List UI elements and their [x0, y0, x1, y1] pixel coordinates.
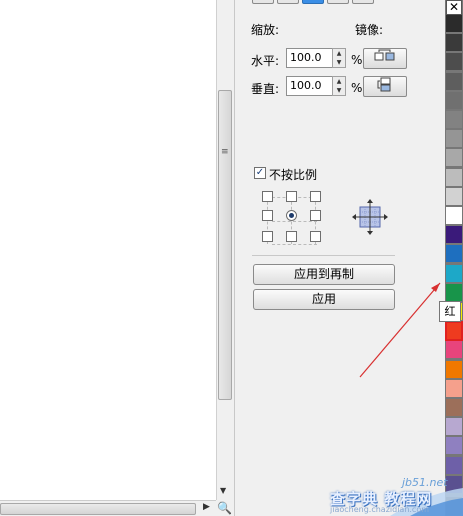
color-swatch[interactable]	[446, 437, 462, 456]
tab-scale-mirror[interactable]	[302, 0, 324, 4]
color-swatch[interactable]	[446, 149, 462, 168]
separator	[252, 255, 395, 256]
tab-size[interactable]	[327, 0, 349, 4]
scroll-grip-icon: ≡	[221, 147, 229, 157]
no-color-swatch[interactable]: ✕	[446, 0, 462, 15]
scale-label: 缩放:	[251, 23, 280, 37]
transform-mode-tabs	[252, 0, 374, 4]
anchor-middle-right[interactable]	[310, 210, 321, 221]
scroll-right-icon[interactable]: ▶	[203, 502, 210, 512]
watermark: jb51.net 查字典 教程网 jiaocheng.chazidian.com	[330, 474, 463, 516]
color-swatch[interactable]	[446, 111, 462, 129]
vertical-percent: %	[351, 81, 363, 95]
color-swatch[interactable]	[446, 360, 462, 379]
color-swatch[interactable]	[445, 321, 463, 342]
anchor-guide	[272, 221, 317, 222]
watermark-url: jiaocheng.chazidian.com	[330, 505, 430, 514]
color-tooltip: 红	[439, 301, 461, 322]
zoom-icon[interactable]: 🔍	[217, 501, 232, 515]
tab-skew[interactable]	[352, 0, 374, 4]
scale-preview-icon	[352, 199, 388, 235]
color-swatch[interactable]	[446, 264, 462, 283]
color-swatch[interactable]	[446, 53, 462, 72]
anchor-guide	[272, 244, 317, 245]
color-swatch[interactable]	[446, 91, 462, 110]
drawing-canvas[interactable]	[0, 0, 216, 500]
color-swatch[interactable]	[446, 245, 462, 264]
annotation-arrow	[359, 282, 441, 378]
anchor-top-center[interactable]	[286, 191, 297, 202]
mirror-horizontal-button[interactable]	[363, 48, 407, 69]
horizontal-spinner[interactable]: ▲ ▼	[332, 48, 346, 68]
horizontal-label: 水平:	[251, 54, 280, 68]
color-swatch[interactable]	[446, 418, 462, 437]
anchor-center[interactable]	[286, 210, 297, 221]
mirror-vertical-button[interactable]	[363, 76, 407, 97]
color-swatch[interactable]	[446, 168, 462, 187]
tab-position[interactable]	[252, 0, 274, 4]
proportional-checkbox[interactable]: ✓	[254, 167, 266, 179]
app-window: ≡ ▼ ▶ 🔍 缩放: 镜像: 水平: 100.0 ▲ ▼ % 垂直: 100.…	[0, 0, 463, 516]
scroll-down-icon[interactable]: ▼	[220, 486, 226, 495]
vertical-spinner[interactable]: ▲ ▼	[332, 76, 346, 96]
color-palette: ✕	[445, 0, 463, 516]
color-swatch[interactable]	[446, 130, 462, 149]
anchor-bottom-center[interactable]	[286, 231, 297, 242]
horizontal-scroll-thumb[interactable]	[0, 503, 196, 515]
color-swatch[interactable]	[446, 341, 462, 360]
color-swatch[interactable]	[446, 456, 462, 475]
anchor-top-left[interactable]	[262, 191, 273, 202]
transform-docker: 缩放: 镜像: 水平: 100.0 ▲▼ % 垂直: 100.0 ▲▼ %	[234, 0, 442, 516]
spin-down-icon[interactable]: ▼	[333, 86, 345, 95]
anchor-middle-left[interactable]	[262, 210, 273, 221]
anchor-top-right[interactable]	[310, 191, 321, 202]
color-swatch[interactable]	[446, 226, 462, 245]
spin-up-icon[interactable]: ▲	[333, 77, 345, 86]
mirror-horizontal-icon	[374, 49, 395, 61]
spin-up-icon[interactable]: ▲	[333, 49, 345, 58]
anchor-bottom-right[interactable]	[310, 231, 321, 242]
color-swatch[interactable]	[446, 34, 462, 53]
vertical-scroll-thumb[interactable]	[218, 90, 232, 400]
horizontal-scrollbar[interactable]: ▶	[0, 500, 216, 516]
vertical-scrollbar[interactable]: ≡ ▼	[216, 0, 232, 500]
tab-rotate[interactable]	[277, 0, 299, 4]
color-swatch[interactable]	[446, 15, 462, 33]
anchor-bottom-left[interactable]	[262, 231, 273, 242]
horizontal-percent: %	[351, 53, 363, 67]
color-swatch[interactable]	[446, 187, 462, 206]
mirror-label: 镜像:	[355, 23, 384, 37]
mirror-vertical-icon	[377, 77, 391, 92]
color-swatch[interactable]	[446, 399, 462, 417]
proportional-label: 不按比例	[269, 168, 318, 182]
color-swatch[interactable]	[446, 72, 462, 91]
spin-down-icon[interactable]: ▼	[333, 58, 345, 67]
color-swatch[interactable]	[446, 283, 462, 302]
color-swatch[interactable]	[446, 379, 462, 398]
color-swatch[interactable]	[446, 207, 462, 225]
vertical-label: 垂直:	[251, 82, 280, 96]
